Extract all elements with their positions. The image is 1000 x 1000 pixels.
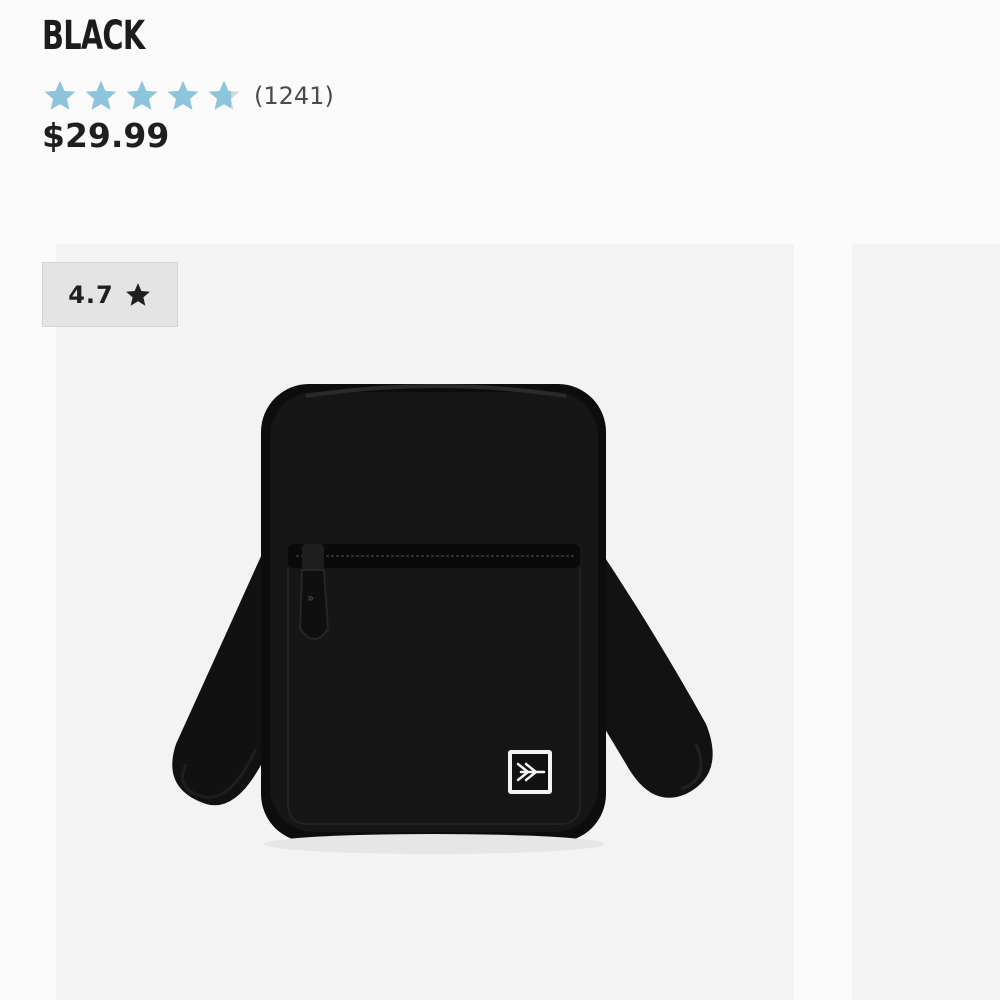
rating-star-icon xyxy=(126,80,158,110)
rating-summary[interactable]: (1241) xyxy=(42,74,334,118)
star-rating xyxy=(42,78,242,114)
product-image: » xyxy=(172,384,713,854)
svg-text:»: » xyxy=(307,591,314,605)
rating-badge: 4.7 xyxy=(42,262,178,327)
review-count[interactable]: (1241) xyxy=(254,82,334,110)
next-image-card[interactable] xyxy=(852,244,1000,1000)
rating-star-icon xyxy=(85,80,117,110)
product-color-title: BLACK xyxy=(42,13,145,59)
rating-star-icon xyxy=(167,80,199,110)
rating-star-icon xyxy=(208,80,240,110)
product-page: BLACK (1241) $29.99 » 4.7 xyxy=(0,0,1000,1000)
strap-right xyxy=(596,544,713,798)
product-image-card[interactable]: » xyxy=(56,244,794,1000)
rating-star-icon xyxy=(44,80,76,110)
badge-rating-value: 4.7 xyxy=(68,280,114,309)
zipper-slider xyxy=(302,544,324,570)
product-price: $29.99 xyxy=(42,116,170,155)
star-icon xyxy=(125,282,150,306)
